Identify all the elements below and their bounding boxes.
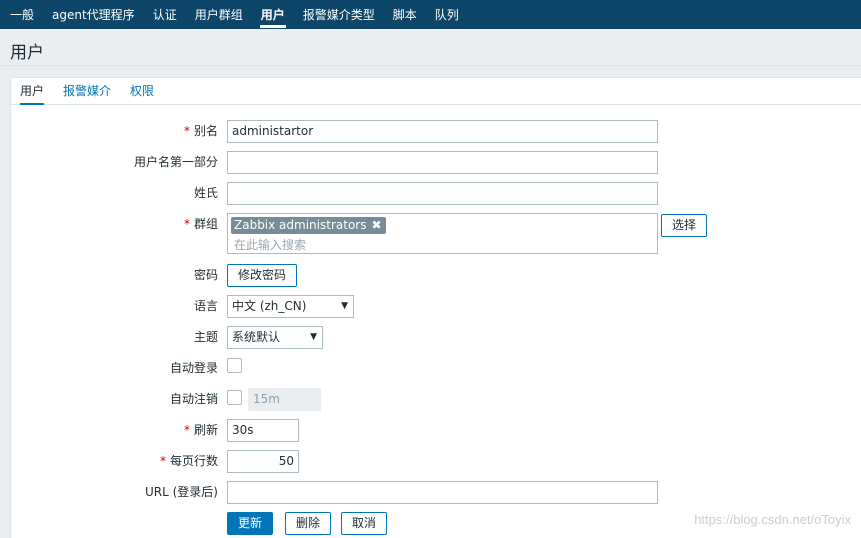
- rows-per-page-input[interactable]: 50: [227, 450, 299, 473]
- required-marker: *: [159, 454, 166, 468]
- chevron-down-icon: ▼: [310, 332, 317, 342]
- name-label: 用户名第一部分: [133, 155, 218, 169]
- theme-select[interactable]: 系统默认 ▼: [227, 326, 323, 349]
- theme-value: 系统默认: [232, 330, 281, 344]
- autologin-label-cell: 自动登录: [11, 357, 218, 380]
- alias-label: * 别名: [184, 120, 218, 143]
- language-value: 中文 (zh_CN): [232, 299, 307, 313]
- alias-input[interactable]: administartor: [227, 120, 658, 143]
- autologout-input: 15m: [248, 388, 321, 411]
- surname-input[interactable]: [227, 182, 658, 205]
- required-marker: *: [183, 217, 190, 231]
- groups-label-cell: * 群组: [11, 213, 218, 236]
- nav-item-users[interactable]: 用户: [252, 0, 294, 29]
- language-select[interactable]: 中文 (zh_CN) ▼: [227, 295, 354, 318]
- nav-item-authentication[interactable]: 认证: [144, 0, 186, 29]
- nav-item-queue[interactable]: 队列: [426, 0, 468, 29]
- groups-search-input[interactable]: 在此输入搜索: [234, 236, 306, 253]
- tab-permissions[interactable]: 权限: [130, 78, 154, 105]
- chevron-down-icon: ▼: [341, 301, 348, 311]
- surname-label-cell: 姓氏: [11, 182, 218, 205]
- url-label: URL (登录后): [145, 485, 218, 499]
- theme-label-cell: 主题: [11, 326, 218, 349]
- delete-button[interactable]: 删除: [285, 512, 332, 535]
- rows-per-page-label-cell: * 每页行数: [11, 450, 218, 473]
- change-password-button[interactable]: 修改密码: [227, 264, 298, 287]
- close-icon[interactable]: ✖: [371, 218, 381, 232]
- nav-item-general[interactable]: 一般: [0, 0, 43, 29]
- autologout-label-cell: 自动注销: [11, 388, 218, 411]
- nav-item-proxies[interactable]: agent代理程序: [43, 0, 144, 29]
- theme-label: 主题: [193, 330, 218, 344]
- autologin-label: 自动登录: [169, 361, 218, 375]
- required-marker: *: [183, 124, 190, 138]
- cancel-button[interactable]: 取消: [341, 512, 388, 535]
- language-label-cell: 语言: [11, 295, 218, 318]
- surname-label: 姓氏: [193, 186, 218, 200]
- nav-item-media-types[interactable]: 报警媒介类型: [294, 0, 384, 29]
- nav-item-scripts[interactable]: 脚本: [384, 0, 426, 29]
- watermark: https://blog.csdn.net/oToyix: [694, 512, 851, 527]
- tab-bar: 用户 报警媒介 权限: [11, 78, 861, 105]
- language-label: 语言: [193, 299, 218, 313]
- autologout-label: 自动注销: [169, 392, 218, 406]
- groups-select-button[interactable]: 选择: [661, 214, 708, 237]
- group-tag: Zabbix administrators ✖: [231, 217, 386, 234]
- url-label-cell: URL (登录后): [11, 481, 218, 504]
- groups-multiselect[interactable]: Zabbix administrators ✖ 在此输入搜索: [227, 213, 658, 254]
- refresh-input[interactable]: 30s: [227, 419, 299, 442]
- name-input[interactable]: [227, 151, 658, 174]
- form-panel: 用户 报警媒介 权限 * 别名 administartor 用户名第一部分 姓氏 …: [10, 77, 861, 538]
- required-marker: *: [183, 423, 190, 437]
- top-nav: 一般 agent代理程序 认证 用户群组 用户 报警媒介类型 脚本 队列: [0, 0, 861, 29]
- alias-label-cell: * 别名: [11, 120, 218, 143]
- password-label-cell: 密码: [11, 264, 218, 287]
- tab-media[interactable]: 报警媒介: [63, 78, 111, 105]
- url-input[interactable]: [227, 481, 658, 504]
- rows-per-page-label: * 每页行数: [160, 450, 218, 473]
- tab-user[interactable]: 用户: [20, 78, 45, 105]
- refresh-label: * 刷新: [184, 419, 218, 442]
- autologout-checkbox[interactable]: [227, 390, 242, 405]
- autologin-checkbox[interactable]: [227, 358, 242, 373]
- refresh-label-text: 刷新: [193, 423, 218, 437]
- divider: [0, 65, 861, 66]
- groups-label-text: 群组: [193, 217, 218, 231]
- update-button[interactable]: 更新: [227, 512, 274, 535]
- refresh-label-cell: * 刷新: [11, 419, 218, 442]
- alias-label-text: 别名: [193, 124, 218, 138]
- page-title: 用户: [10, 43, 44, 63]
- rows-per-page-label-text: 每页行数: [169, 454, 218, 468]
- password-label: 密码: [193, 268, 218, 282]
- name-label-cell: 用户名第一部分: [11, 151, 218, 174]
- groups-label: * 群组: [184, 213, 218, 236]
- group-tag-label: Zabbix administrators: [234, 218, 367, 232]
- nav-item-user-groups[interactable]: 用户群组: [186, 0, 252, 29]
